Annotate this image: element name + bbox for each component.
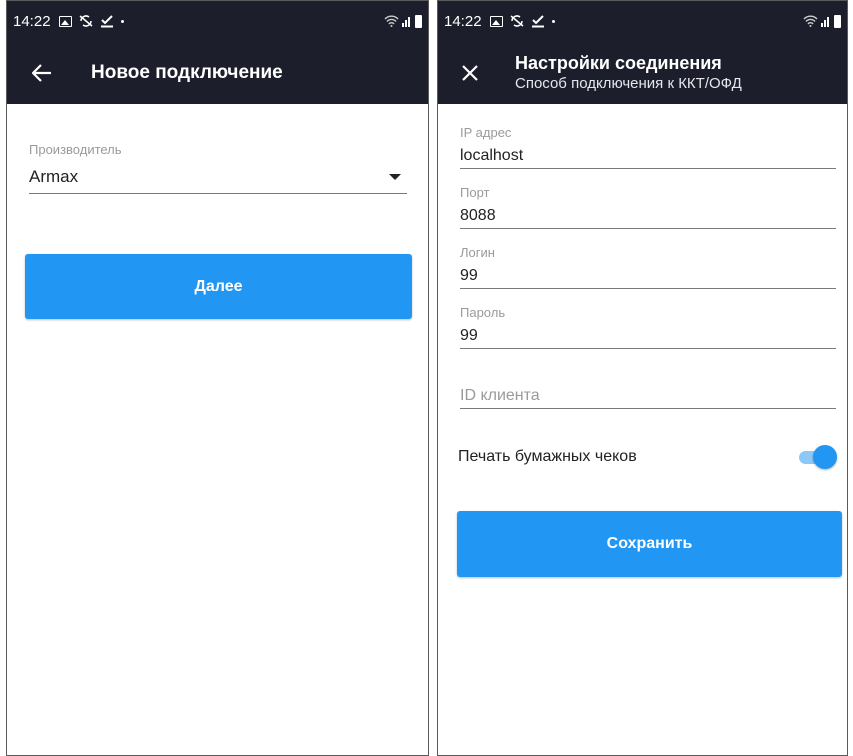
manufacturer-value: Armax [29, 166, 79, 186]
password-input[interactable] [460, 326, 836, 345]
status-time: 14:22 [444, 12, 482, 30]
app-bar: Настройки соединения Способ подключения … [438, 41, 847, 104]
client-id-input[interactable] [460, 386, 836, 405]
login-label: Логин [460, 245, 495, 260]
ip-address-input[interactable] [460, 146, 836, 165]
arrow-back-icon [32, 63, 51, 82]
ip-address-field: IP адрес [460, 125, 836, 169]
sync-off-icon [510, 15, 524, 27]
close-button[interactable] [445, 48, 495, 98]
paper-receipts-row: Печать бумажных чеков [458, 441, 837, 473]
toggle-thumb [813, 445, 837, 469]
app-bar-titles: Настройки соединения Способ подключения … [515, 52, 742, 94]
signal-icon [402, 17, 410, 27]
page-title: Настройки соединения [515, 52, 722, 73]
battery-icon [415, 14, 422, 28]
manufacturer-field: Производитель Armax [29, 142, 407, 194]
page-subtitle: Способ подключения к ККТ/ОФД [515, 74, 742, 92]
login-input[interactable] [460, 266, 836, 285]
wifi-icon [384, 15, 399, 27]
new-connection-screen: 14:22 Новое подключение Производитель Ar… [6, 0, 429, 756]
status-time: 14:22 [13, 12, 51, 30]
port-label: Порт [460, 185, 490, 200]
port-input[interactable] [460, 206, 836, 225]
back-button[interactable] [17, 48, 67, 98]
manufacturer-label: Производитель [29, 142, 122, 157]
wifi-icon [803, 15, 818, 27]
paper-receipts-label: Печать бумажных чеков [458, 448, 637, 465]
dropdown-arrow-icon [389, 173, 401, 180]
status-bar: 14:22 [438, 1, 847, 41]
client-id-field [460, 383, 836, 409]
close-icon [462, 64, 478, 81]
dot-icon [120, 19, 124, 23]
password-field: Пароль [460, 305, 836, 349]
paper-receipts-toggle[interactable] [797, 444, 837, 470]
download-done-icon [531, 15, 544, 28]
status-bar: 14:22 [7, 1, 428, 41]
image-icon [58, 15, 72, 27]
signal-icon [821, 17, 829, 27]
login-field: Логин [460, 245, 836, 289]
password-label: Пароль [460, 305, 506, 320]
ip-address-label: IP адрес [460, 125, 512, 140]
battery-icon [834, 14, 841, 28]
app-bar: Новое подключение [7, 41, 428, 104]
dot-icon [551, 19, 555, 23]
sync-off-icon [79, 15, 93, 27]
manufacturer-select[interactable]: Armax [29, 160, 407, 194]
save-button[interactable]: Сохранить [457, 511, 842, 577]
next-button[interactable]: Далее [25, 254, 412, 319]
image-icon [489, 15, 503, 27]
connection-settings-screen: 14:22 Настройки соединения Способ подклю… [437, 0, 848, 756]
port-field: Порт [460, 185, 836, 229]
page-title: Новое подключение [91, 61, 283, 83]
download-done-icon [100, 15, 113, 28]
